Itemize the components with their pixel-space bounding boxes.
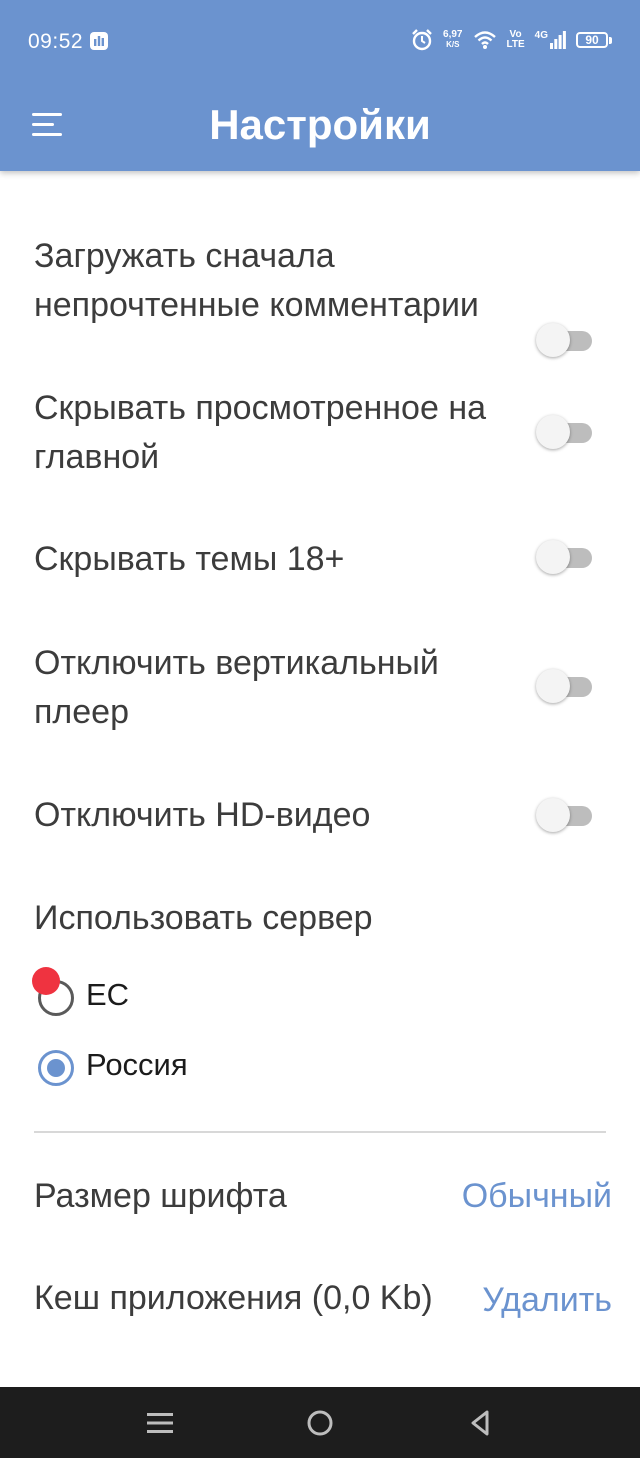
back-button[interactable] [456, 1399, 504, 1447]
setting-label: Скрывать темы 18+ [34, 540, 345, 578]
signal-icon [550, 31, 566, 49]
recent-apps-button[interactable] [136, 1399, 184, 1447]
toggle-vertical-player[interactable] [536, 665, 596, 705]
net-speed-indicator: 6,97 K/S [443, 30, 462, 50]
alarm-icon [412, 29, 432, 51]
setting-hide-viewed[interactable]: Скрывать просмотренное на главной [0, 384, 640, 494]
setting-label: Отключить HD-видео [34, 796, 371, 834]
status-time: 09:52 [28, 30, 84, 53]
setting-font-size[interactable]: Размер шрифта Обычный [0, 1172, 640, 1232]
app-bar: 09:52 6,97 K/S Vo LTE 4G 90 Настройки [0, 0, 640, 171]
setting-hide-18plus[interactable]: Скрывать темы 18+ [0, 535, 640, 595]
setting-vertical-player[interactable]: Отключить вертикальный плеер [0, 639, 640, 749]
setting-label: Отключить вертикальный плеер [34, 644, 439, 731]
server-section: Использовать сервер [0, 894, 640, 954]
home-icon [307, 1410, 333, 1436]
net-speed-unit: K/S [446, 40, 460, 49]
setting-label: Загружать сначала непрочтенные комментар… [34, 237, 479, 324]
server-title: Использовать сервер [34, 899, 373, 937]
radio-button[interactable] [38, 1050, 74, 1086]
divider [34, 1131, 606, 1133]
toggle-unread-comments[interactable] [536, 319, 596, 359]
font-size-value[interactable]: Обычный [462, 1172, 612, 1221]
system-nav-bar [0, 1387, 640, 1458]
net-speed-value: 6,97 [443, 29, 463, 40]
recent-apps-icon [147, 1413, 173, 1433]
toggle-hd-video[interactable] [536, 794, 596, 834]
app-notification-icon [90, 32, 108, 50]
setting-hd-video[interactable]: Отключить HD-видео [0, 791, 640, 851]
toolbar: Настройки [0, 80, 640, 171]
radio-server-eu[interactable]: ЕС [0, 967, 400, 1031]
radio-label: Россия [86, 1047, 188, 1082]
volte-bottom: LTE [506, 39, 525, 50]
toggle-hide-18plus[interactable] [536, 536, 596, 576]
radio-label: ЕС [86, 977, 130, 1012]
settings-list: Загружать сначала непрочтенные комментар… [0, 171, 640, 1387]
home-button[interactable] [296, 1399, 344, 1447]
status-bar: 09:52 6,97 K/S Vo LTE 4G 90 [0, 0, 640, 80]
toggle-hide-viewed[interactable] [536, 411, 596, 451]
status-icons: 6,97 K/S Vo LTE 4G 90 [411, 27, 612, 53]
setting-label: Скрывать просмотренное на главной [34, 389, 487, 476]
setting-label: Размер шрифта [34, 1177, 287, 1215]
setting-cache: Кеш приложения (0,0 Kb) Удалить [0, 1276, 640, 1376]
volte-indicator: Vo LTE [507, 30, 525, 50]
back-icon [471, 1410, 489, 1436]
wifi-icon [473, 31, 496, 49]
page-title: Настройки [209, 101, 431, 148]
battery-icon: 90 [576, 32, 612, 48]
setting-label: Кеш приложения (0,0 Kb) [34, 1279, 433, 1317]
signal-indicator: 4G [535, 31, 566, 49]
touch-indicator [32, 967, 60, 995]
clear-cache-button[interactable]: Удалить [482, 1276, 612, 1325]
radio-server-russia[interactable]: Россия [0, 1041, 400, 1101]
battery-level: 90 [585, 33, 599, 47]
setting-unread-comments[interactable]: Загружать сначала непрочтенные комментар… [0, 232, 640, 357]
network-type: 4G [534, 30, 548, 41]
